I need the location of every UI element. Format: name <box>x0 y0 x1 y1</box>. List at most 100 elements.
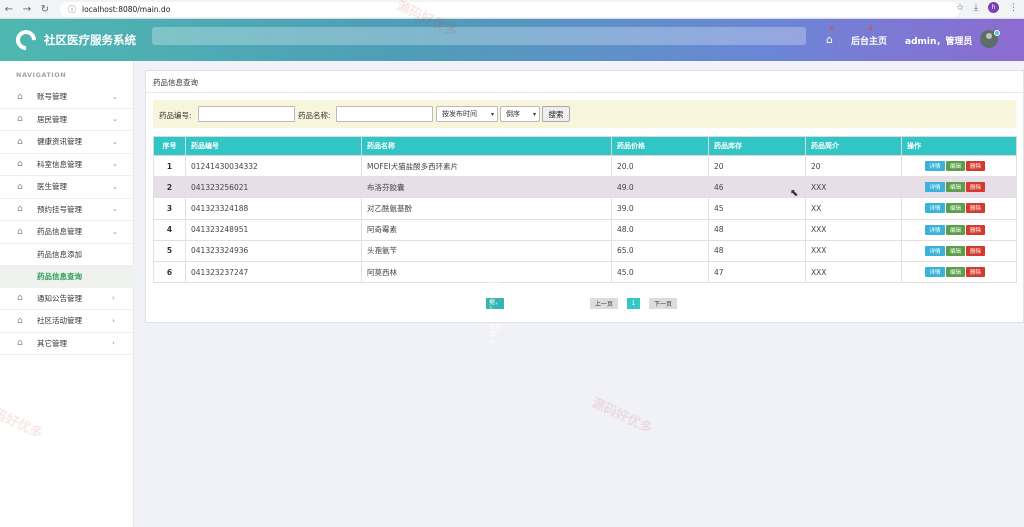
bookmark-star-icon[interactable]: ☆ <box>956 3 964 13</box>
home-icon[interactable]: ⌂ <box>826 33 833 46</box>
sidebar-item-label: 科室信息管理 <box>37 159 82 169</box>
delete-button[interactable]: 删除 <box>966 203 985 214</box>
back-icon[interactable]: ← <box>0 0 18 18</box>
sidebar-item-activities[interactable]: ⌂ 社区活动管理 › <box>0 310 134 333</box>
column-header: 药品库存 <box>708 136 806 156</box>
medicine-table: 序号 药品编号 药品名称 药品价格 药品库存 药品简介 操作 1 0124143… <box>153 136 1017 284</box>
medicine-code: 041323248951 <box>185 218 362 241</box>
download-icon[interactable]: ⤓ <box>974 3 978 13</box>
delete-button[interactable]: 删除 <box>966 267 985 278</box>
column-header: 药品简介 <box>805 136 902 156</box>
edit-button[interactable]: 编辑 <box>946 161 965 172</box>
detail-button[interactable]: 详情 <box>925 267 945 278</box>
medicine-price: 65.0 <box>611 239 709 262</box>
url-text: localhost:8080/main.do <box>82 5 171 14</box>
sidebar-item-doctors[interactable]: ⌂ 医生管理 ⌄ <box>0 176 134 199</box>
chevron-down-icon: ▾ <box>490 110 494 118</box>
user-name-label[interactable]: admin，管理员 <box>905 34 972 47</box>
watermark: 源码好优多 <box>589 395 655 437</box>
delete-button[interactable]: 删除 <box>966 224 985 235</box>
medicine-code-input[interactable] <box>198 106 295 122</box>
forward-icon[interactable]: → <box>18 0 36 18</box>
sidebar-item-label: 通知公告管理 <box>37 293 82 303</box>
column-header: 操作 <box>901 136 1017 156</box>
column-header: 药品名称 <box>361 136 612 156</box>
detail-button[interactable]: 详情 <box>925 182 945 193</box>
table-row: 6 041323237247 阿莫西林 45.0 47 XXX 详情 编辑 删除 <box>153 260 1017 284</box>
medicine-stock: 20 <box>708 154 806 178</box>
sidebar-subitem-medicine-add[interactable]: 药品信息添加 <box>0 244 134 266</box>
detail-button[interactable]: 详情 <box>925 161 945 172</box>
medicine-stock: 48 <box>708 218 806 241</box>
edit-button[interactable]: 编辑 <box>946 203 965 214</box>
sidebar-item-other[interactable]: ⌂ 其它管理 › <box>0 333 134 355</box>
chevron-right-icon: › <box>112 339 115 348</box>
medicine-stock: 48 <box>708 239 806 262</box>
notification-dot <box>869 27 872 30</box>
row-index: 1 <box>153 154 186 178</box>
sidebar-item-label: 账号管理 <box>37 92 67 102</box>
sort-order-select[interactable]: 倒序 ▾ <box>500 106 540 122</box>
current-page[interactable]: 1 <box>627 298 640 309</box>
column-header: 药品编号 <box>185 136 362 156</box>
medicine-name: 阿奇霉素 <box>361 218 612 241</box>
side-menu: ⌂ 账号管理 ⌄ ⌂ 居民管理 ⌄ ⌂ 健康资讯管理 ⌄ ⌂ 科室信息管理 ⌄ … <box>0 86 134 355</box>
chevron-down-icon: ▾ <box>532 110 536 118</box>
sort-field-value: 按发布时间 <box>442 110 477 118</box>
row-actions: 详情 编辑 删除 <box>901 218 1017 241</box>
sidebar-item-residents[interactable]: ⌂ 居民管理 ⌄ <box>0 109 134 131</box>
browser-menu-icon[interactable]: ⋮ <box>1009 3 1018 13</box>
detail-button[interactable]: 详情 <box>925 224 945 235</box>
sidebar-subitem-label: 药品信息添加 <box>37 249 82 259</box>
edit-button[interactable]: 编辑 <box>946 245 965 256</box>
sidebar-item-departments[interactable]: ⌂ 科室信息管理 ⌄ <box>0 154 134 176</box>
row-actions: 详情 编辑 删除 <box>901 197 1017 220</box>
medicine-intro: 20 <box>805 154 902 178</box>
medicine-intro: XXX <box>805 260 902 284</box>
nav-heading: NAVIGATION <box>16 71 67 79</box>
medicine-code: 041323256021 <box>185 176 362 199</box>
app-header: 社区医疗服务系统 ⌂ 后台主页 admin，管理员 <box>0 19 1024 61</box>
site-info-icon[interactable]: ⓘ <box>68 4 76 15</box>
header-search-bar[interactable] <box>152 27 806 45</box>
sidebar-item-health-news[interactable]: ⌂ 健康资讯管理 ⌄ <box>0 131 134 154</box>
sidebar-item-account[interactable]: ⌂ 账号管理 ⌄ <box>0 86 134 109</box>
edit-button[interactable]: 编辑 <box>946 182 965 193</box>
home-icon: ⌂ <box>17 181 23 192</box>
table-row: 3 041323324188 对乙酰氨基酚 39.0 45 XX 详情 编辑 删… <box>153 197 1017 220</box>
profile-avatar[interactable]: h <box>988 2 999 13</box>
row-index: 4 <box>153 218 186 241</box>
online-status-dot <box>994 30 1000 36</box>
medicine-price: 49.0 <box>611 176 709 199</box>
delete-button[interactable]: 删除 <box>966 245 985 256</box>
backend-home-link[interactable]: 后台主页 <box>851 34 887 47</box>
delete-button[interactable]: 删除 <box>966 182 985 193</box>
medicine-name: MOFEI犬猫盐酸多西环素片 <box>361 154 612 178</box>
medicine-code: 041323324936 <box>185 239 362 262</box>
sort-field-select[interactable]: 按发布时间 ▾ <box>436 106 498 122</box>
medicine-stock: 47 <box>708 260 806 284</box>
search-button[interactable]: 搜索 <box>542 106 570 122</box>
table-row: 4 041323248951 阿奇霉素 48.0 48 XXX 详情 编辑 删除 <box>153 218 1017 241</box>
chevron-down-icon: ⌄ <box>112 182 118 191</box>
column-header: 药品价格 <box>611 136 709 156</box>
delete-button[interactable]: 删除 <box>966 161 985 172</box>
edit-button[interactable]: 编辑 <box>946 224 965 235</box>
medicine-name-input[interactable] <box>336 106 433 122</box>
sidebar-subitem-medicine-query[interactable]: 药品信息查询 <box>0 265 134 288</box>
edit-button[interactable]: 编辑 <box>946 267 965 278</box>
sidebar-item-notices[interactable]: ⌂ 通知公告管理 › <box>0 288 134 310</box>
search-form: 药品编号: 药品名称: 按发布时间 ▾ 倒序 ▾ 搜索 <box>153 100 1016 128</box>
next-page-button[interactable]: 下一页 <box>649 298 677 309</box>
detail-button[interactable]: 详情 <box>925 245 945 256</box>
prev-page-button[interactable]: 上一页 <box>590 298 618 309</box>
row-actions: 详情 编辑 删除 <box>901 260 1017 284</box>
medicine-intro: XXX <box>805 218 902 241</box>
medicine-name: 对乙酰氨基酚 <box>361 197 612 220</box>
sidebar-item-appointments[interactable]: ⌂ 预约挂号管理 ⌄ <box>0 199 134 221</box>
reload-icon[interactable]: ↻ <box>36 0 54 18</box>
chevron-down-icon: ⌄ <box>112 205 118 214</box>
address-bar[interactable]: ⓘ localhost:8080/main.do <box>60 2 960 17</box>
detail-button[interactable]: 详情 <box>925 203 945 214</box>
sidebar-item-medicine[interactable]: ⌂ 药品信息管理 ⌄ <box>0 221 134 244</box>
